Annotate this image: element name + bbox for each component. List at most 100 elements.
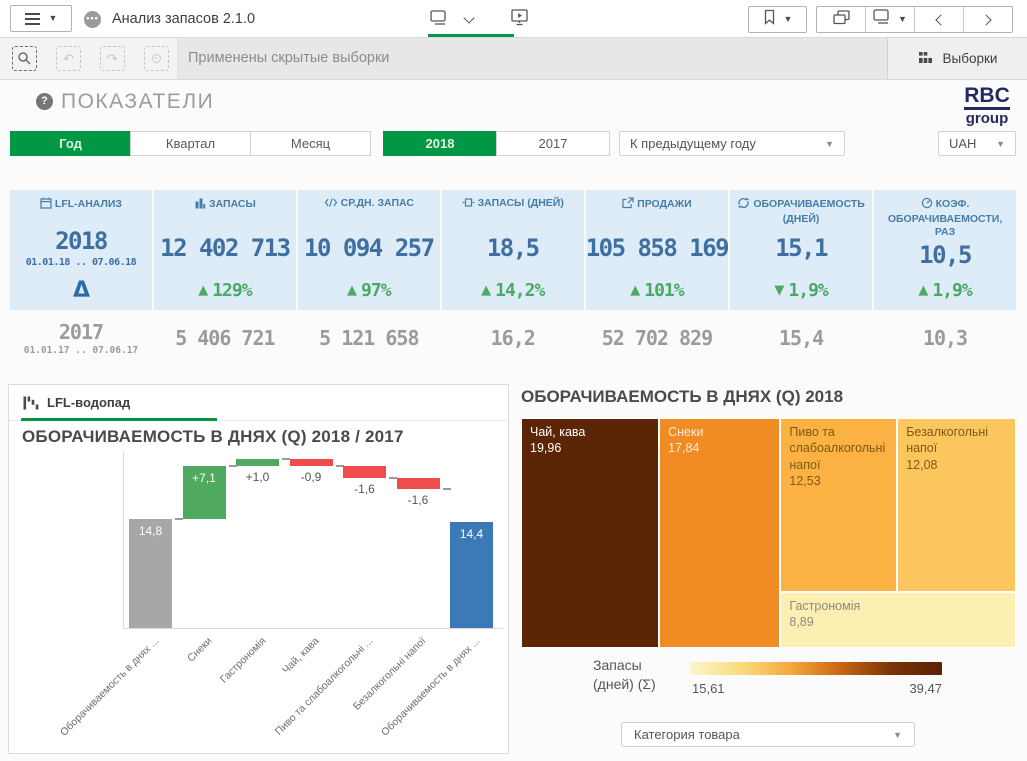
kpi-previous: 15,4 [730,310,872,366]
waterfall-panel: LFL-водопад ОБОРАЧИВАЕМОСТЬ В ДНЯХ (Q) 2… [8,384,509,754]
kpi-delta: ▲129% [198,274,251,306]
bar-label: +1,0 [228,470,288,484]
smart-search-button[interactable] [12,46,37,71]
period-button-1[interactable]: Квартал [130,131,251,156]
tab-lfl-waterfall[interactable]: LFL-водопад [47,395,130,410]
kpi-card: КОЭФ. ОБОРАЧИВАЕМОСТИ, РАЗ10,5 ▲ 1,9% [874,190,1016,310]
legend-label-line1: Запасы [593,656,656,675]
year-button-0[interactable]: 2018 [383,131,497,156]
kpi-delta: ▲14,2% [481,274,544,306]
treemap-cell-name: Снеки [668,424,771,440]
year-filter-group: 20182017 [383,131,610,156]
kpi-value: 2018 [55,227,107,255]
currency-dropdown[interactable]: UAH ▼ [938,131,1016,156]
kpi-delta: ▲ 97% [347,274,391,306]
treemap-chart: Чай, кава19,96Снеки17,84Пиво та слабоалк… [521,418,1016,648]
chevron-down-icon: ▼ [825,139,834,149]
waterfall-bar-5[interactable] [397,478,440,490]
next-sheet-button[interactable] [963,7,1012,32]
hidden-selections-message[interactable]: Применены скрытые выборки [188,38,389,79]
treemap-cell-value: 8,89 [789,614,1007,630]
global-menu-button[interactable]: ▼ [10,5,72,32]
period-button-2[interactable]: Месяц [250,131,371,156]
bar-chart-icon [194,197,206,213]
sheet-navigation-group: ▼ [816,6,1013,33]
search-icon [17,51,32,66]
sheet-dropdown-button[interactable]: ▼ [865,7,914,32]
calendar-icon [40,197,52,213]
waterfall-bar-2[interactable] [236,459,279,466]
chevron-down-icon: ▼ [784,15,793,24]
waterfall-bar-6[interactable]: 14,4 [450,522,493,628]
sheet-icon [873,9,892,30]
treemap-title: ОБОРАЧИВАЕМОСТЬ В ДНЯХ (Q) 2018 [521,387,843,407]
waterfall-bar-1[interactable]: +7,1 [183,466,226,518]
redo-selection-button[interactable]: ↷ [100,46,125,71]
x-axis-label: Чай, кава [207,635,322,750]
treemap-cell-3[interactable]: Безалкогольні напої12,08 [897,418,1016,592]
cycle-icon [737,197,750,213]
help-icon[interactable]: ? [36,93,53,110]
kpi-delta-value: 1,9% [788,280,827,301]
year-button-1[interactable]: 2017 [496,131,610,156]
chevron-left-icon [935,14,946,25]
waterfall-icon [23,396,40,415]
bar-label: 14,4 [450,527,493,541]
kpi-previous-value: 10,3 [923,326,967,350]
comparison-value: К предыдущему году [630,136,756,151]
kpi-value-block: 12 402 713 [160,221,290,274]
bookmarks-button[interactable]: ▼ [748,6,807,33]
top-bar: ▼ ••• Анализ запасов 2.1.0 ▼ ▼ [0,0,1027,38]
kpi-delta-value: 1,9% [932,280,971,301]
sheet-overview-button[interactable] [817,7,865,32]
kpi-value: 10,5 [919,241,971,269]
clear-selections-button[interactable] [144,46,169,71]
category-dropdown[interactable]: Категория товара ▼ [621,722,915,747]
undo-selection-button[interactable]: ↶ [56,46,81,71]
chevron-right-icon [980,14,991,25]
legend-label-line2: (дней) (Σ) [593,675,656,694]
redo-icon: ↷ [107,51,118,67]
clear-selections-icon [152,54,161,63]
comparison-dropdown[interactable]: К предыдущему году ▼ [619,131,845,156]
period-button-0[interactable]: Год [10,131,131,156]
undo-icon: ↶ [63,51,74,67]
story-mode-icon[interactable] [511,9,530,31]
current-sheet-icon[interactable] [430,10,449,31]
waterfall-bar-3[interactable] [290,459,333,466]
kpi-previous-value: 16,2 [491,326,535,350]
sheets-icon [833,10,850,30]
prev-sheet-button[interactable] [914,7,963,32]
kpi-column-4: ПРОДАЖИ105 858 169▲101%52 702 829 [586,190,728,366]
treemap-cell-1[interactable]: Снеки17,84 [659,418,780,648]
kpi-value-block: 10,5 [919,235,971,274]
kpi-delta-value: 14,2% [495,280,544,301]
kpi-delta: ▼ 1,9% [774,274,827,306]
kpi-column-3: ЗАПАСЫ (ДНЕЙ)18,5▲14,2%16,2 [442,190,584,366]
kpi-header: КОЭФ. ОБОРАЧИВАЕМОСТИ, РАЗ [874,197,1016,239]
treemap-cell-4[interactable]: Гастрономія8,89 [780,592,1016,648]
kpi-delta-value: 97% [361,280,391,301]
rbc-group-logo: RBC group [958,85,1016,126]
kpi-previous: 201701.01.17 .. 07.06.17 [10,310,152,366]
active-tab-underline [21,418,217,421]
treemap-cell-2[interactable]: Пиво та слабоалкогольні напої12,53 [780,418,897,592]
waterfall-bar-4[interactable] [343,466,386,478]
kpi-value-block: 10 094 257 [304,221,434,274]
triangle-up-icon: ▲ [347,283,357,298]
triangle-up-icon: ▲ [918,283,928,298]
triangle-up-icon: ▲ [630,283,640,298]
treemap-cell-0[interactable]: Чай, кава19,96 [521,418,659,648]
chevron-down-icon: ▼ [893,730,902,740]
kpi-value-block: 15,1 [775,222,827,274]
x-axis-label: Безалкогольні напої [314,635,429,750]
kpi-value: 10 094 257 [304,234,434,262]
kpi-label: СР.ДН. ЗАПАС [341,197,414,209]
kpi-previous-value: 2017 [59,320,103,344]
triangle-down-icon: ▼ [774,283,784,298]
treemap-panel: ОБОРАЧИВАЕМОСТЬ В ДНЯХ (Q) 2018 Чай, кав… [515,384,1016,761]
selections-tool-button[interactable]: Выборки [887,38,1027,79]
sheet-chevron-down-icon[interactable] [463,12,474,23]
waterfall-bar-0[interactable]: 14,8 [129,519,172,628]
kpi-previous-subtitle: 01.01.17 .. 07.06.17 [24,345,138,356]
